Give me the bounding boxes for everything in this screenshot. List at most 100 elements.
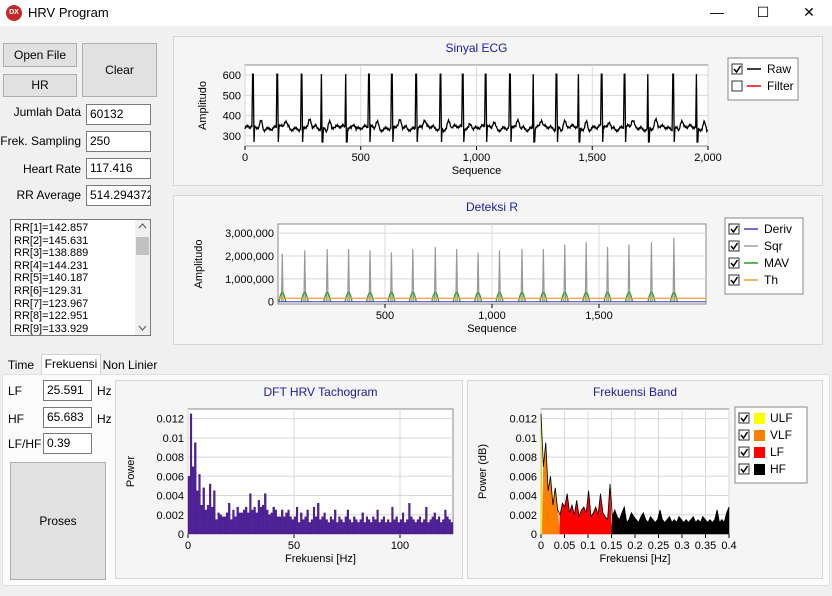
dft-bar [442, 519, 445, 535]
x-tick-label: 1,000 [478, 310, 506, 322]
maximize-button[interactable]: ☐ [740, 0, 786, 26]
x-axis-label: Frekuensi [Hz] [600, 553, 671, 565]
frek-sampling-label: Frek. Sampling [0, 134, 81, 148]
list-item[interactable]: RR[1]=142.857 [11, 222, 150, 235]
dft-bar [334, 509, 337, 535]
dft-bar [247, 512, 250, 535]
minimize-button[interactable]: — [694, 0, 740, 26]
x-tick-label: 0.4 [721, 540, 736, 552]
lf-hf-field[interactable]: 0.39 [43, 433, 92, 454]
list-item[interactable]: RR[2]=145.631 [11, 235, 150, 248]
hf-field[interactable]: 65.683 [43, 407, 92, 428]
tab-non-linier[interactable]: Non Linier [102, 356, 158, 375]
legend-label: Deriv [764, 222, 792, 236]
dft-bar [353, 516, 356, 535]
open-file-button[interactable]: Open File [3, 43, 77, 67]
dft-bar [266, 509, 269, 535]
clear-button[interactable]: Clear [82, 43, 157, 97]
dft-bar [310, 519, 313, 535]
dft-bar [365, 516, 369, 535]
rr-list-scrollbar[interactable] [135, 220, 150, 335]
legend-label: Raw [767, 62, 791, 76]
dft-bar [262, 505, 265, 535]
dft-bar [319, 519, 322, 535]
list-item[interactable]: RR[7]=123.967 [11, 298, 150, 311]
dft-bar [240, 512, 243, 535]
list-item[interactable]: RR[9]=133.929 [11, 323, 150, 335]
dft-bar [234, 516, 237, 535]
chart-title: Sinyal ECG [445, 41, 507, 55]
dft-bar [429, 519, 432, 535]
frek-sampling-field[interactable]: 250 [86, 131, 151, 152]
y-tick-label: 0.002 [509, 510, 537, 522]
dft-bar [257, 500, 260, 535]
legend-label: HF [770, 462, 786, 476]
y-tick-label: 1,000,000 [225, 274, 274, 286]
dft-bar [346, 509, 349, 535]
x-axis-label: Sequence [467, 323, 517, 335]
dft-bar [223, 516, 227, 535]
dft-bar [435, 519, 439, 535]
dft-bar [348, 519, 352, 535]
rr-average-field[interactable]: 514.294372 [86, 185, 151, 206]
window-title: HRV Program [28, 5, 109, 20]
chart-title: DFT HRV Tachogram [263, 385, 377, 399]
dft-bar [323, 512, 326, 535]
dft-bar [304, 516, 307, 535]
x-axis-label: Sequence [452, 165, 502, 177]
dft-bar [317, 503, 320, 535]
x-tick-label: 1,500 [585, 310, 613, 322]
dft-bar [332, 519, 335, 535]
y-tick-label: 0.004 [509, 491, 537, 503]
tab-time[interactable]: Time [2, 356, 40, 375]
x-tick-label: 0.1 [580, 540, 595, 552]
dft-bar [372, 516, 375, 535]
dft-bar [251, 509, 254, 535]
list-item[interactable]: RR[3]=138.889 [11, 247, 150, 260]
x-tick-label: 0.2 [627, 540, 642, 552]
y-axis-label: Power (dB) [477, 444, 489, 499]
dft-bar [329, 516, 333, 535]
x-tick-label: 0 [538, 540, 544, 552]
dft-bar [412, 519, 415, 535]
dft-bar [376, 509, 379, 535]
dft-bar [219, 514, 222, 535]
rr-listbox[interactable]: RR[1]=142.857 RR[2]=145.631 RR[3]=138.889 R… [10, 219, 151, 336]
y-tick-label: 0.006 [509, 471, 537, 483]
dft-bar [236, 506, 239, 535]
hf-unit: Hz [97, 412, 112, 426]
dft-bar [395, 516, 398, 535]
heart-rate-field[interactable]: 117.416 [86, 158, 151, 179]
proses-button[interactable]: Proses [10, 462, 106, 580]
y-tick-label: 0.006 [156, 471, 184, 483]
dft-bar [209, 483, 212, 535]
lf-field[interactable]: 25.591 [43, 380, 92, 401]
dft-bar [406, 519, 409, 535]
dft-bar [315, 516, 318, 535]
list-item[interactable]: RR[5]=140.187 [11, 272, 150, 285]
x-tick-label: 0 [242, 152, 248, 164]
jumlah-data-label: Jumlah Data [13, 105, 81, 119]
hr-button[interactable]: HR [3, 74, 77, 97]
y-tick-label: 0.008 [509, 452, 537, 464]
band-chart: 0 0.05 0.1 0.15 0.2 0.25 0.3 0.35 0.4 0 0.002 0.004… [477, 385, 808, 565]
dft-bar [285, 512, 288, 535]
x-tick-label: 0.3 [674, 540, 689, 552]
dft-bar [189, 413, 193, 535]
dft-bar [298, 522, 301, 535]
dft-bar [289, 516, 292, 535]
jumlah-data-field[interactable]: 60132 [86, 104, 151, 125]
legend-label: ULF [770, 411, 793, 425]
dft-bar [279, 516, 282, 535]
list-item[interactable]: RR[4]=144.231 [11, 260, 150, 273]
y-tick-label: 3,000,000 [225, 228, 274, 240]
list-item[interactable]: RR[8]=122.951 [11, 310, 150, 323]
dft-bar [342, 522, 345, 535]
dft-bar [242, 509, 246, 535]
dft-bar [196, 490, 199, 535]
legend-swatch [754, 430, 765, 441]
legend-checkbox[interactable] [731, 80, 743, 92]
close-button[interactable]: ✕ [786, 0, 832, 26]
tab-frekuensi[interactable]: Frekuensi [41, 354, 101, 375]
list-item[interactable]: RR[6]=129.31 [11, 285, 150, 298]
